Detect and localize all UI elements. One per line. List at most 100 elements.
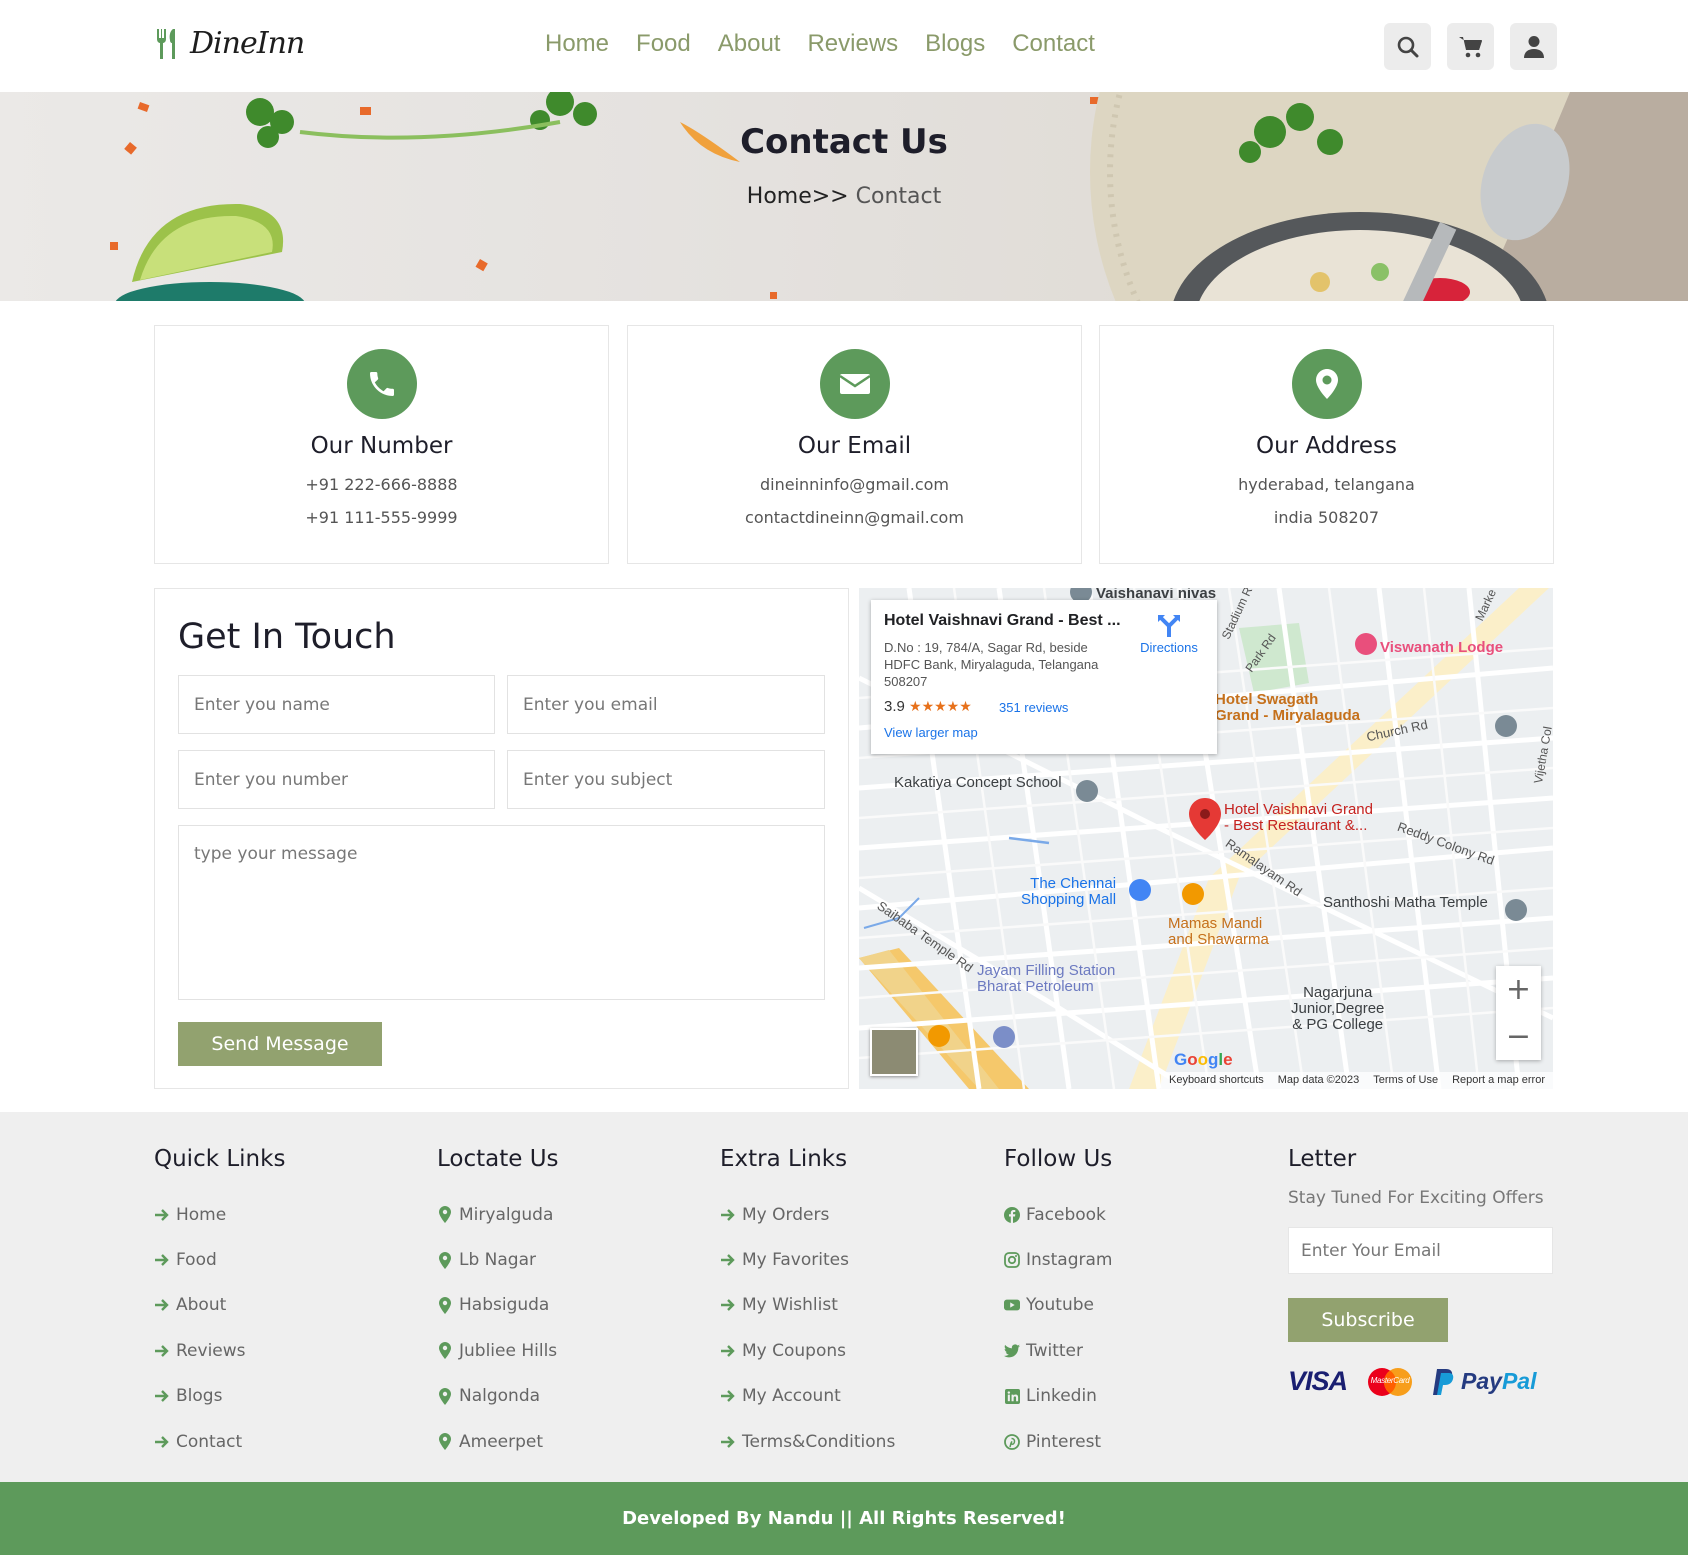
social-link-instagram[interactable]: Instagram (1004, 1237, 1113, 1282)
keyboard-shortcuts-link[interactable]: Keyboard shortcuts (1169, 1074, 1264, 1087)
logo[interactable]: DineInn (154, 26, 305, 61)
nav-contact[interactable]: Contact (1012, 30, 1095, 58)
phone-number: +91 222-666-8888 (305, 475, 458, 494)
paypal-pay: Pay (1461, 1368, 1502, 1394)
social-link-twitter[interactable]: Twitter (1004, 1328, 1113, 1373)
social-link-linkedin[interactable]: Linkedin (1004, 1374, 1113, 1419)
footer-link[interactable]: Contact (154, 1419, 285, 1464)
nav-about[interactable]: About (718, 30, 781, 58)
footer-link[interactable]: About (154, 1283, 285, 1328)
cart-button[interactable] (1447, 23, 1494, 70)
link-label: My Favorites (742, 1250, 849, 1271)
nav-reviews[interactable]: Reviews (807, 30, 898, 58)
column-title: Letter (1288, 1146, 1357, 1172)
footer-link[interactable]: Jubliee Hills (437, 1328, 559, 1373)
footer-link[interactable]: My Orders (720, 1192, 895, 1237)
subject-input[interactable]: Enter you subject (507, 750, 825, 809)
social-link-facebook[interactable]: Facebook (1004, 1192, 1113, 1237)
locate-us-column: Loctate Us Miryalguda Lb Nagar Habsiguda… (437, 1146, 559, 1464)
link-label: Lb Nagar (459, 1250, 536, 1271)
column-title: Loctate Us (437, 1146, 559, 1172)
footer-link[interactable]: My Coupons (720, 1328, 895, 1373)
map-label: Hotel Vaishnavi Grand - Best Restaurant … (1224, 801, 1373, 834)
nav-blogs[interactable]: Blogs (925, 30, 985, 58)
footer-link[interactable]: Blogs (154, 1374, 285, 1419)
footer-link[interactable]: Lb Nagar (437, 1237, 559, 1282)
footer-link[interactable]: Home (154, 1192, 285, 1237)
cart-icon (1458, 36, 1482, 57)
arrow-right-icon (154, 1389, 170, 1403)
link-label: Terms&Conditions (742, 1431, 896, 1452)
nav-home[interactable]: Home (545, 30, 609, 58)
paypal-pal: Pal (1501, 1368, 1537, 1394)
facebook-icon (1004, 1206, 1020, 1223)
arrow-right-icon (154, 1344, 170, 1358)
link-label: Linkedin (1026, 1386, 1097, 1407)
footer-link[interactable]: Ameerpet (437, 1419, 559, 1464)
zoom-out-button[interactable]: − (1496, 1013, 1541, 1060)
paypal-icon (1433, 1368, 1454, 1395)
footer-link[interactable]: Reviews (154, 1328, 285, 1373)
footer-link[interactable]: Terms&Conditions (720, 1419, 895, 1464)
arrow-right-icon (720, 1344, 736, 1358)
rating-value: 3.9 (884, 698, 905, 715)
email-input[interactable]: Enter you email (507, 675, 825, 734)
footer-link[interactable]: Habsiguda (437, 1283, 559, 1328)
reviews-link[interactable]: 351 reviews (999, 700, 1068, 715)
name-input[interactable]: Enter you name (178, 675, 495, 734)
map-attribution: Keyboard shortcuts Map data ©2023 Terms … (1160, 1072, 1553, 1089)
view-larger-map-link[interactable]: View larger map (884, 725, 978, 740)
link-label: Twitter (1026, 1340, 1083, 1361)
directions-button[interactable]: Directions (1129, 612, 1209, 655)
footer-link[interactable]: My Account (720, 1374, 895, 1419)
map-label: Mamas Mandi and Shawarma (1168, 915, 1269, 948)
social-link-pinterest[interactable]: Pinterest (1004, 1419, 1113, 1464)
link-label: Blogs (176, 1386, 223, 1407)
number-input[interactable]: Enter you number (178, 750, 495, 809)
nav-food[interactable]: Food (636, 30, 691, 58)
fork-spoon-icon (154, 27, 180, 61)
map-pin-icon (437, 1433, 453, 1451)
email-address: dineinninfo@gmail.com (759, 475, 949, 494)
link-label: Pinterest (1026, 1431, 1102, 1452)
email-address: contactdineinn@gmail.com (745, 508, 964, 527)
map-pin-icon (1315, 369, 1338, 399)
header-actions (1384, 23, 1557, 70)
terms-link[interactable]: Terms of Use (1373, 1074, 1438, 1087)
footer-link[interactable]: Nalgonda (437, 1374, 559, 1419)
footer-link[interactable]: My Wishlist (720, 1283, 895, 1328)
user-button[interactable] (1510, 23, 1557, 70)
extra-links-column: Extra Links My Orders My Favorites My Wi… (720, 1146, 895, 1464)
footer-link[interactable]: Food (154, 1237, 285, 1282)
youtube-icon (1004, 1298, 1020, 1312)
subscribe-button[interactable]: Subscribe (1288, 1298, 1448, 1342)
map-label: Hotel Swagath Grand - Miryalaguda (1215, 691, 1361, 724)
satellite-toggle[interactable] (870, 1028, 918, 1076)
link-label: My Wishlist (742, 1295, 838, 1316)
search-button[interactable] (1384, 23, 1431, 70)
footer-link[interactable]: My Favorites (720, 1237, 895, 1282)
footer-link[interactable]: Miryalguda (437, 1192, 559, 1237)
map-pin-icon (437, 1206, 453, 1224)
phone-icon (369, 372, 394, 396)
social-link-youtube[interactable]: Youtube (1004, 1283, 1113, 1328)
card-title: Our Number (310, 433, 453, 459)
breadcrumb: Home>> Contact (0, 184, 1688, 209)
contact-card-number: Our Number +91 222-666-8888 +91 111-555-… (154, 325, 609, 564)
user-icon (1523, 35, 1544, 58)
breadcrumb-home[interactable]: Home>> (747, 184, 849, 209)
send-message-button[interactable]: Send Message (178, 1022, 382, 1066)
google-map[interactable]: Vaishanavi nivas Viswanath Lodge Hotel S… (859, 588, 1553, 1089)
pinterest-icon (1004, 1433, 1020, 1450)
report-error-link[interactable]: Report a map error (1452, 1074, 1545, 1087)
card-title: Our Email (797, 433, 912, 459)
follow-us-column: Follow Us Facebook Instagram Youtube Twi… (1004, 1146, 1113, 1464)
site-footer: Quick Links Home Food About Reviews Blog… (0, 1112, 1688, 1482)
column-title: Quick Links (154, 1146, 286, 1172)
zoom-in-button[interactable]: + (1496, 966, 1541, 1013)
newsletter-subtitle: Stay Tuned For Exciting Offers (1288, 1188, 1544, 1208)
phone-number: +91 111-555-9999 (305, 508, 458, 527)
newsletter-email-input[interactable]: Enter Your Email (1288, 1227, 1553, 1274)
map-label: Viswanath Lodge (1380, 639, 1504, 656)
message-textarea[interactable]: type your message (178, 825, 825, 1000)
